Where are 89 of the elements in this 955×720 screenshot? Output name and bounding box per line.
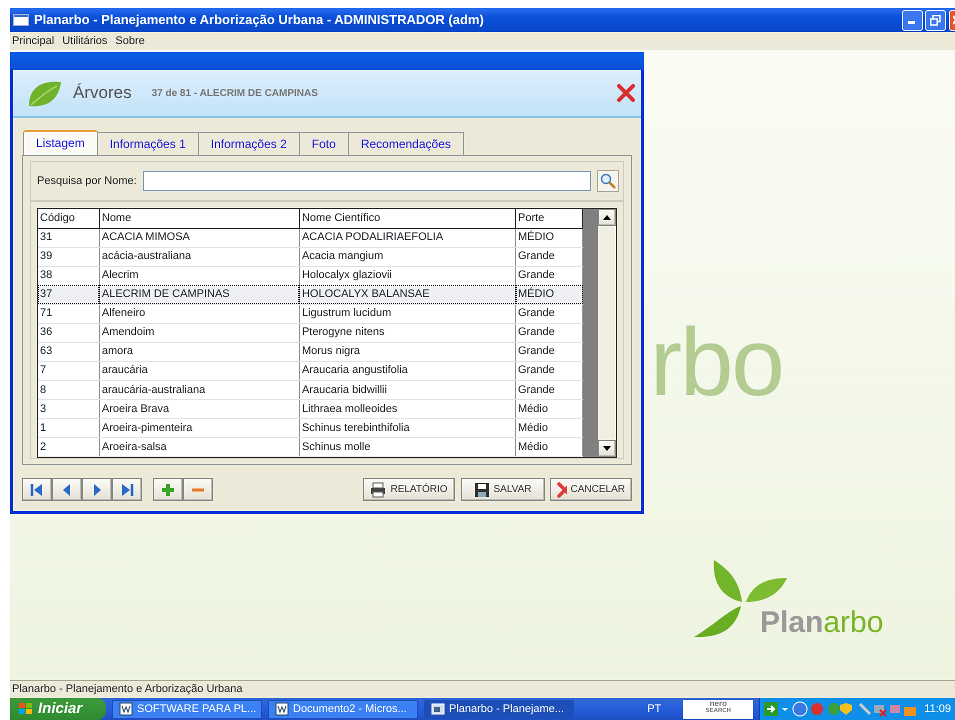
- table-cell: 36: [38, 323, 100, 342]
- table-cell: 31: [38, 228, 100, 248]
- table-cell: ACACIA MIMOSA: [99, 228, 300, 248]
- start-button[interactable]: Iniciar: [10, 698, 106, 720]
- table-cell: Araucaria angustifolia: [299, 361, 516, 380]
- table-cell: ACACIA PODALIRIAEFOLIA: [299, 228, 516, 248]
- app-window-icon: [431, 702, 445, 716]
- table-cell: Lithraea molleoides: [299, 399, 516, 418]
- table-cell: ALECRIM DE CAMPINAS: [99, 285, 300, 304]
- table-cell: Schinus terebinthifolia: [299, 418, 516, 438]
- table-cell: 3: [38, 399, 100, 418]
- table-cell: Alfeneiro: [99, 304, 300, 324]
- language-indicator[interactable]: PT: [647, 700, 662, 718]
- tab[interactable]: Informações 1: [98, 132, 199, 155]
- menu-item[interactable]: Sobre: [115, 32, 145, 50]
- table-cell: 7: [38, 361, 100, 380]
- app-logo-text: Planarbo: [760, 608, 884, 638]
- tab[interactable]: Listagem: [23, 130, 98, 155]
- clock: 11:09: [924, 702, 951, 717]
- table-cell: 63: [38, 342, 100, 362]
- background-watermark: rbo: [650, 315, 783, 411]
- save-button[interactable]: SALVAR: [460, 478, 544, 501]
- cancel-button[interactable]: CANCELAR: [550, 478, 632, 501]
- table-cell: Aroeira Brava: [99, 399, 300, 418]
- table-cell: HOLOCALYX BALANSAE: [299, 285, 516, 304]
- first-button[interactable]: [22, 478, 52, 501]
- next-button[interactable]: [82, 478, 112, 501]
- up-arrow-icon: [603, 215, 612, 220]
- remove-button[interactable]: [182, 478, 213, 501]
- form-subtitle: 37 de 81 - ALECRIM DE CAMPINAS: [152, 86, 318, 100]
- table-cell: Araucaria bidwillii: [299, 380, 516, 400]
- add-button[interactable]: [152, 478, 183, 501]
- taskbar-button[interactable]: SOFTWARE PARA PL...: [112, 700, 262, 718]
- scrollbar[interactable]: [598, 209, 616, 457]
- column-header[interactable]: Código: [38, 209, 100, 228]
- window-title: Planarbo - Planejamento e Arborização Urbana - ADMINISTRADOR (adm): [34, 11, 484, 30]
- windows-flag-icon: [18, 702, 34, 716]
- minimize-button[interactable]: [902, 10, 922, 30]
- table-cell: Aroeira-salsa: [99, 437, 300, 456]
- first-icon: [30, 482, 44, 496]
- table-cell: araucária: [99, 361, 300, 380]
- restore-icon: [930, 14, 942, 26]
- close-icon: [557, 482, 567, 498]
- down-arrow-icon: [603, 446, 612, 451]
- table-cell: acácia-australiana: [99, 247, 300, 266]
- table-cell: Ligustrum lucidum: [299, 304, 516, 324]
- column-header[interactable]: Porte: [516, 209, 583, 228]
- last-button[interactable]: [112, 478, 142, 501]
- table-cell: Amendoim: [99, 323, 300, 342]
- table-cell: 37: [38, 285, 100, 304]
- table-cell: 39: [38, 247, 100, 266]
- close-icon[interactable]: [616, 83, 636, 103]
- table-cell: amora: [99, 342, 300, 362]
- status-bar-text: Planarbo - Planejamento e Arborização Urbana: [12, 682, 243, 698]
- search-label: Pesquisa por Nome:: [37, 174, 137, 189]
- table-cell: araucária-australiana: [99, 380, 300, 400]
- printer-icon: [370, 482, 386, 498]
- search-icon: [600, 173, 616, 189]
- tab[interactable]: Recomendações: [348, 132, 464, 155]
- last-icon: [120, 482, 134, 496]
- previous-button[interactable]: [52, 478, 82, 501]
- column-header[interactable]: Nome: [99, 209, 300, 228]
- table-cell: Morus nigra: [299, 342, 516, 362]
- table-cell: Schinus molle: [299, 437, 516, 456]
- restore-button[interactable]: [925, 10, 946, 30]
- form-title: Árvores: [73, 82, 132, 104]
- taskbar-button[interactable]: Planarbo - Planejame...: [424, 700, 574, 718]
- table-cell: 8: [38, 380, 100, 400]
- window-icon: [13, 14, 29, 26]
- search-button[interactable]: [597, 170, 619, 192]
- menu-item[interactable]: Principal: [12, 32, 54, 50]
- document-icon: [119, 702, 133, 716]
- column-header[interactable]: Nome Científico: [299, 209, 516, 228]
- taskbar-button[interactable]: Documento2 - Micros...: [268, 700, 418, 718]
- table-cell: 1: [38, 418, 100, 438]
- logo-text: nero: [710, 700, 727, 708]
- document-icon: [275, 702, 289, 716]
- menu-item[interactable]: Utilitários: [62, 32, 108, 50]
- table-cell: Acacia mangium: [299, 247, 516, 266]
- plus-icon: [160, 482, 175, 496]
- search-field[interactable]: [142, 171, 591, 191]
- report-button[interactable]: RELATÓRIO: [363, 478, 455, 501]
- table-cell: MÉDIO: [516, 285, 583, 304]
- table-cell: 71: [38, 304, 100, 324]
- table-cell: 2: [38, 437, 100, 456]
- table-cell: Pterogyne nitens: [299, 323, 516, 342]
- table-cell: Aroeira-pimenteira: [99, 418, 300, 438]
- tab[interactable]: Foto: [300, 132, 349, 155]
- tab[interactable]: Informações 2: [198, 132, 300, 155]
